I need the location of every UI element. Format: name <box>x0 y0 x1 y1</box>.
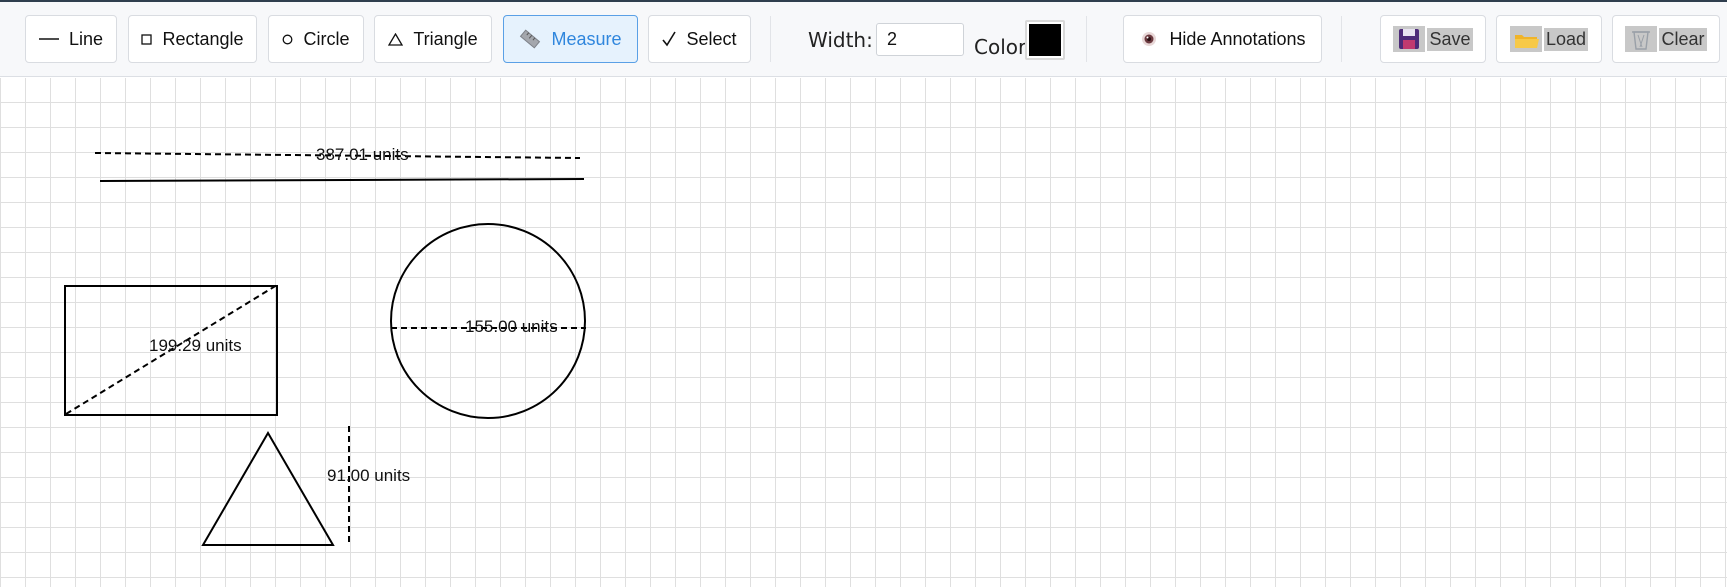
ruler-icon <box>519 28 541 50</box>
clear-button[interactable]: Clear <box>1612 15 1720 63</box>
toolbar-divider <box>1341 16 1342 62</box>
floppy-disk-icon <box>1393 26 1426 52</box>
color-swatch <box>1029 24 1061 56</box>
rectangle-tool-button[interactable]: Rectangle <box>128 15 257 63</box>
line-icon <box>38 34 59 44</box>
line-tool-label: Line <box>68 28 104 49</box>
circle-tool-button[interactable]: Circle <box>268 15 364 63</box>
color-picker[interactable] <box>1025 20 1065 60</box>
drawn-triangle[interactable] <box>201 431 335 546</box>
hide-annotations-label: Hide Annotations <box>1169 28 1306 49</box>
measure-label-circle: 155.00 units <box>465 317 558 336</box>
drawing-canvas[interactable]: 387.01 units 199.29 units 155.00 units 9… <box>0 78 1727 587</box>
canvas-shapes: 387.01 units 199.29 units 155.00 units 9… <box>64 145 586 546</box>
hide-annotations-button[interactable]: Hide Annotations <box>1123 15 1322 63</box>
select-tool-button[interactable]: Select <box>648 15 751 63</box>
measure-label-line: 387.01 units <box>316 145 409 164</box>
drawn-line[interactable] <box>99 178 585 182</box>
checkmark-icon <box>662 31 677 47</box>
measure-tool-label: Measure <box>551 28 622 49</box>
circle-tool-label: Circle <box>303 28 350 49</box>
width-label: Width: <box>808 28 873 52</box>
width-input[interactable] <box>876 23 964 56</box>
rectangle-tool-label: Rectangle <box>162 28 244 49</box>
save-button[interactable]: Save <box>1380 15 1486 63</box>
measure-label-rectangle: 199.29 units <box>149 336 242 355</box>
triangle-tool-label: Triangle <box>413 28 478 49</box>
rectangle-icon <box>141 33 153 45</box>
clear-label: Clear <box>1659 27 1707 51</box>
toolbar-divider <box>770 16 771 62</box>
save-label: Save <box>1427 27 1473 51</box>
color-label: Color: <box>974 35 1033 59</box>
circle-icon <box>282 34 293 45</box>
line-tool-button[interactable]: Line <box>25 15 117 63</box>
eye-icon <box>1139 29 1159 49</box>
triangle-tool-button[interactable]: Triangle <box>374 15 492 63</box>
measure-label-triangle: 91.00 units <box>327 466 410 485</box>
select-tool-label: Select <box>686 28 737 49</box>
toolbar: Line Rectangle Circle Triangle Measure S… <box>0 2 1727 77</box>
load-button[interactable]: Load <box>1496 15 1602 63</box>
trash-can-icon <box>1625 26 1658 52</box>
measure-tool-button[interactable]: Measure <box>503 15 638 63</box>
load-label: Load <box>1543 27 1589 51</box>
folder-icon <box>1509 26 1542 52</box>
triangle-icon <box>388 32 404 46</box>
toolbar-divider <box>1086 16 1087 62</box>
